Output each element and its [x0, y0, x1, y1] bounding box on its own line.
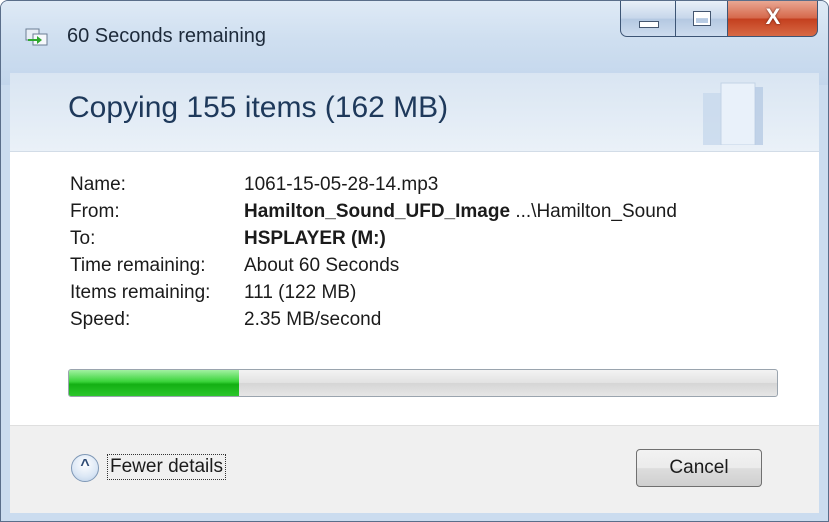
- window-title: 60 Seconds remaining: [67, 25, 267, 47]
- dialog-header: Copying 155 items (162 MB): [10, 73, 819, 152]
- from-source-name: Hamilton_Sound_UFD_Image: [244, 201, 511, 222]
- close-icon: X: [765, 4, 781, 29]
- details-panel: Name: 1061-15-05-28-14.mp3 From: Hamilto…: [10, 152, 819, 425]
- name-label: Name:: [70, 174, 126, 195]
- minimize-button[interactable]: [620, 1, 676, 37]
- copy-summary-title: Copying 155 items (162 MB): [68, 91, 449, 124]
- to-value[interactable]: HSPLAYER (M:): [244, 228, 386, 250]
- from-value[interactable]: Hamilton_Sound_UFD_Image ...\Hamilton_So…: [244, 201, 677, 223]
- close-button[interactable]: X: [728, 1, 818, 37]
- dialog-footer: ^ Fewer details Cancel: [10, 425, 819, 513]
- from-label: From:: [70, 201, 120, 222]
- maximize-button[interactable]: [676, 1, 728, 37]
- time-remaining-value: About 60 Seconds: [244, 255, 400, 276]
- maximize-icon: [693, 11, 711, 26]
- name-value: 1061-15-05-28-14.mp3: [244, 174, 439, 195]
- copy-progress-fill: [69, 370, 239, 396]
- copy-icon: [25, 28, 48, 46]
- time-remaining-label: Time remaining:: [70, 255, 206, 276]
- cancel-button[interactable]: Cancel: [636, 449, 762, 487]
- copy-dialog-window: 60 Seconds remaining X Copying 155 items…: [0, 0, 829, 522]
- minimize-icon: [639, 21, 659, 28]
- to-label: To:: [70, 228, 96, 249]
- speed-label: Speed:: [70, 309, 131, 330]
- copy-progress-bar: [68, 369, 778, 397]
- items-remaining-value: 111 (122 MB): [244, 282, 357, 303]
- items-remaining-label: Items remaining:: [70, 282, 211, 303]
- detail-row-from: From: Hamilton_Sound_UFD_Image ...\Hamil…: [70, 201, 794, 225]
- speed-value: 2.35 MB/second: [244, 309, 382, 330]
- file-transfer-graphic-icon: [703, 82, 763, 145]
- from-source-path: ...\Hamilton_Sound: [510, 201, 677, 222]
- fewer-details-button[interactable]: Fewer details: [107, 454, 226, 480]
- window-controls: X: [620, 1, 818, 41]
- chevron-up-icon[interactable]: ^: [71, 454, 99, 482]
